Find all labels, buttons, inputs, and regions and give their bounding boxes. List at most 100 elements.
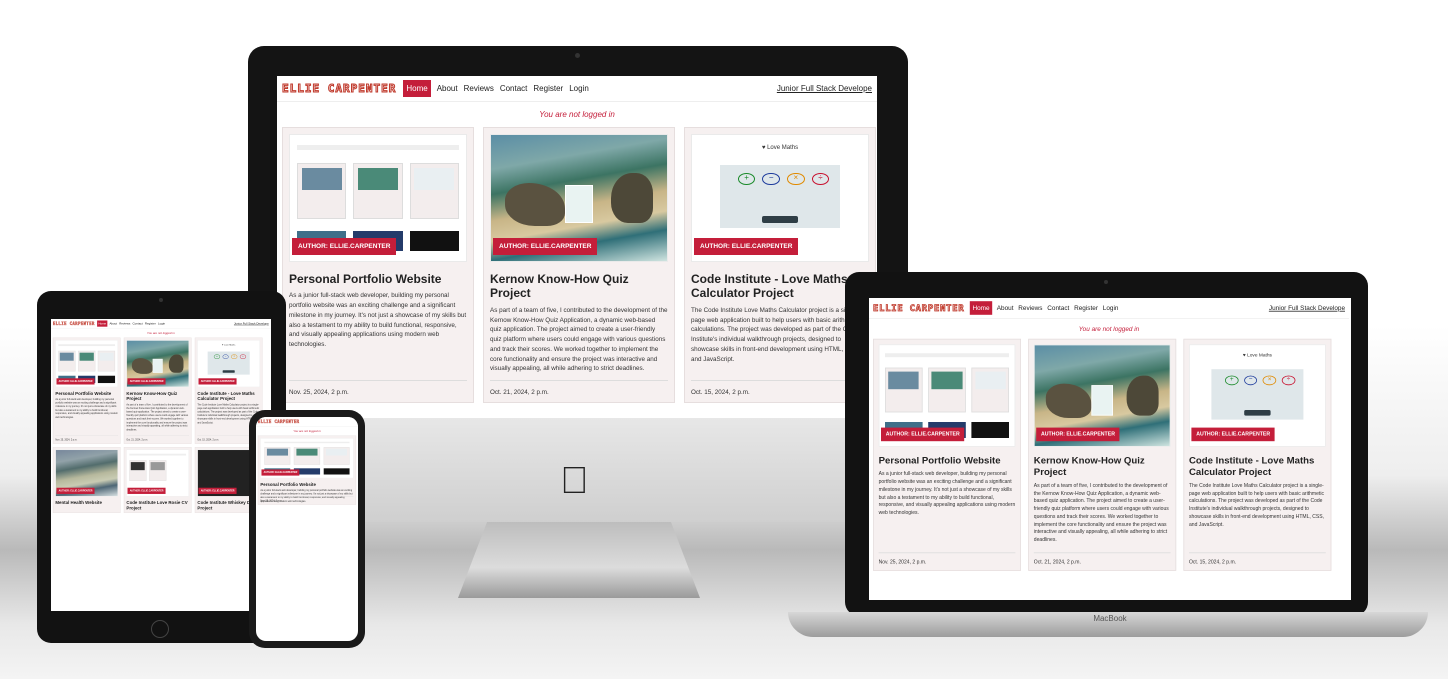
- project-card[interactable]: AUTHOR: ELLIE.CARPENTER Mental Health We…: [52, 447, 121, 513]
- nav-reviews[interactable]: Reviews: [464, 84, 494, 93]
- nav-login[interactable]: Login: [158, 322, 165, 325]
- card-date: Nov. 25, 2024, 2 p.m.: [260, 496, 354, 502]
- project-card[interactable]: AUTHOR: ELLIE.CARPENTER Personal Portfol…: [257, 435, 357, 505]
- card-thumbnail: AUTHOR: ELLIE.CARPENTER: [55, 449, 118, 497]
- ipad-camera: [159, 298, 163, 302]
- multiply-icon: ×: [787, 172, 805, 186]
- author-badge[interactable]: AUTHOR: ELLIE.CARPENTER: [198, 487, 237, 494]
- nav-register[interactable]: Register: [1074, 304, 1098, 311]
- plus-icon: +: [1224, 375, 1239, 386]
- maths-thumb-title: Love Maths: [223, 344, 236, 347]
- device-mockup-scene:  ELLIE CARPENTER Home About Reviews Con…: [0, 0, 1448, 679]
- navbar: ELLIE CARPENTER Home About Reviews Conta…: [869, 298, 1349, 319]
- author-badge[interactable]: AUTHOR: ELLIE.CARPENTER: [198, 378, 237, 385]
- imac-stand: [458, 522, 700, 598]
- heart-icon: ♥: [761, 145, 766, 152]
- macbook-label: MacBook: [1093, 614, 1127, 623]
- card-date: Oct. 15, 2024, 2 p.m.: [1189, 552, 1326, 565]
- card-date: Oct. 21, 2024, 2 p.m.: [126, 435, 189, 441]
- navbar: ELLIE CARPENTER Home About Reviews Conta…: [51, 319, 271, 329]
- author-badge[interactable]: AUTHOR: ELLIE.CARPENTER: [261, 469, 300, 476]
- navbar: ELLIE CARPENTER Home About Reviews Conta…: [277, 76, 877, 102]
- project-cards: AUTHOR: ELLIE.CARPENTER Personal Portfol…: [51, 337, 271, 444]
- card-title[interactable]: Kernow Know-How Quiz Project: [490, 272, 668, 301]
- nav-tagline-link[interactable]: Junior Full Stack Develope: [1269, 304, 1345, 311]
- author-badge[interactable]: AUTHOR: ELLIE.CARPENTER: [127, 378, 166, 385]
- author-badge[interactable]: AUTHOR: ELLIE.CARPENTER: [1036, 427, 1120, 442]
- card-text: As part of a team of five, I contributed…: [126, 403, 189, 432]
- login-status: You are not logged in: [146, 331, 175, 335]
- card-text: As part of a team of five, I contributed…: [1033, 482, 1169, 543]
- nav-register[interactable]: Register: [533, 84, 563, 93]
- card-title[interactable]: Code Institute - Love Maths Calculator P…: [197, 391, 260, 402]
- project-card[interactable]: ♥ Love Maths + − × ÷ AUTHOR: ELLIE.CARPE…: [1183, 338, 1332, 571]
- card-title[interactable]: Personal Portfolio Website: [260, 482, 353, 487]
- card-title[interactable]: Code Institute - Love Maths Calculator P…: [1189, 455, 1326, 478]
- nav-home[interactable]: Home: [403, 80, 431, 97]
- nav-contact[interactable]: Contact: [133, 322, 143, 325]
- project-card[interactable]: AUTHOR: ELLIE.CARPENTER Personal Portfol…: [282, 127, 474, 403]
- nav-about[interactable]: About: [109, 322, 117, 325]
- project-card[interactable]: AUTHOR: ELLIE.CARPENTER Kernow Know-How …: [483, 127, 675, 403]
- author-badge[interactable]: AUTHOR: ELLIE.CARPENTER: [1191, 427, 1275, 442]
- nav-home[interactable]: Home: [97, 320, 108, 327]
- card-text: As a junior full-stack web developer, bu…: [55, 398, 118, 419]
- card-title[interactable]: Personal Portfolio Website: [289, 272, 467, 286]
- project-card[interactable]: AUTHOR: ELLIE.CARPENTER Code Institute L…: [123, 447, 192, 513]
- nav-about[interactable]: About: [997, 304, 1014, 311]
- card-thumbnail: AUTHOR: ELLIE.CARPENTER: [490, 134, 668, 262]
- card-date: Nov. 25, 2024, 2 p.m.: [55, 435, 118, 441]
- card-thumbnail: ♥ Love Maths + − × ÷ AUTHOR: ELLIE.CARPE…: [197, 340, 260, 388]
- ipad-home-button: [151, 620, 169, 638]
- card-thumbnail: AUTHOR: ELLIE.CARPENTER: [260, 438, 354, 479]
- site-logo[interactable]: ELLIE CARPENTER: [873, 302, 964, 313]
- login-status: You are not logged in: [1078, 325, 1140, 333]
- imac-screen: ELLIE CARPENTER Home About Reviews Conta…: [277, 76, 877, 418]
- nav-register[interactable]: Register: [145, 322, 156, 325]
- nav-reviews[interactable]: Reviews: [1018, 304, 1042, 311]
- project-card[interactable]: AUTHOR: ELLIE.CARPENTER Kernow Know-How …: [1028, 338, 1177, 571]
- card-title[interactable]: Personal Portfolio Website: [55, 391, 118, 396]
- card-title[interactable]: Kernow Know-How Quiz Project: [1034, 455, 1171, 478]
- imac-camera: [575, 53, 580, 58]
- plus-icon: +: [213, 354, 221, 360]
- nav-contact[interactable]: Contact: [500, 84, 528, 93]
- site-logo[interactable]: ELLIE CARPENTER: [53, 321, 95, 326]
- card-thumbnail: AUTHOR: ELLIE.CARPENTER: [126, 340, 189, 388]
- nav-home[interactable]: Home: [970, 301, 992, 315]
- card-text: As a junior full-stack web developer, bu…: [289, 292, 467, 349]
- card-title[interactable]: Kernow Know-How Quiz Project: [126, 391, 189, 402]
- project-card[interactable]: AUTHOR: ELLIE.CARPENTER Personal Portfol…: [873, 338, 1021, 571]
- nav-tagline-link[interactable]: Junior Full Stack Develope: [234, 322, 269, 325]
- project-cards: AUTHOR: ELLIE.CARPENTER Personal Portfol…: [277, 127, 877, 403]
- author-badge[interactable]: AUTHOR: ELLIE.CARPENTER: [694, 238, 799, 255]
- card-title[interactable]: Mental Health Website: [55, 500, 118, 505]
- macbook-screen: ELLIE CARPENTER Home About Reviews Conta…: [869, 298, 1351, 600]
- card-title[interactable]: Code Institute Love Rosie CV Project: [126, 500, 189, 511]
- nav-login[interactable]: Login: [569, 84, 589, 93]
- author-badge[interactable]: AUTHOR: ELLIE.CARPENTER: [56, 378, 95, 385]
- author-badge[interactable]: AUTHOR: ELLIE.CARPENTER: [292, 238, 397, 255]
- site-logo[interactable]: ELLIE CARPENTER: [258, 419, 300, 424]
- heart-icon: ♥: [1242, 353, 1246, 359]
- nav-reviews[interactable]: Reviews: [119, 322, 130, 325]
- divide-icon: ÷: [1281, 375, 1296, 386]
- card-title[interactable]: Code Institute - Love Maths Calculator P…: [691, 272, 869, 301]
- nav-login[interactable]: Login: [1103, 304, 1119, 311]
- card-thumbnail: ♥ Love Maths + − × ÷ AUTHOR: ELLIE.CARPE…: [1189, 344, 1326, 447]
- nav-contact[interactable]: Contact: [1047, 304, 1069, 311]
- card-title[interactable]: Personal Portfolio Website: [879, 455, 1016, 467]
- author-badge[interactable]: AUTHOR: ELLIE.CARPENTER: [493, 238, 598, 255]
- project-card[interactable]: AUTHOR: ELLIE.CARPENTER Personal Portfol…: [52, 337, 121, 444]
- nav-about[interactable]: About: [437, 84, 458, 93]
- nav-tagline-link[interactable]: Junior Full Stack Develope: [777, 84, 872, 93]
- author-badge[interactable]: AUTHOR: ELLIE.CARPENTER: [56, 487, 95, 494]
- project-card[interactable]: AUTHOR: ELLIE.CARPENTER Kernow Know-How …: [123, 337, 192, 444]
- author-badge[interactable]: AUTHOR: ELLIE.CARPENTER: [881, 427, 965, 442]
- card-thumbnail: AUTHOR: ELLIE.CARPENTER: [289, 134, 467, 262]
- card-text: As part of a team of five, I contributed…: [490, 306, 668, 373]
- project-cards: AUTHOR: ELLIE.CARPENTER Personal Portfol…: [256, 435, 358, 505]
- login-status: You are not logged in: [293, 429, 321, 433]
- site-logo[interactable]: ELLIE CARPENTER: [281, 82, 396, 96]
- author-badge[interactable]: AUTHOR: ELLIE.CARPENTER: [127, 487, 166, 494]
